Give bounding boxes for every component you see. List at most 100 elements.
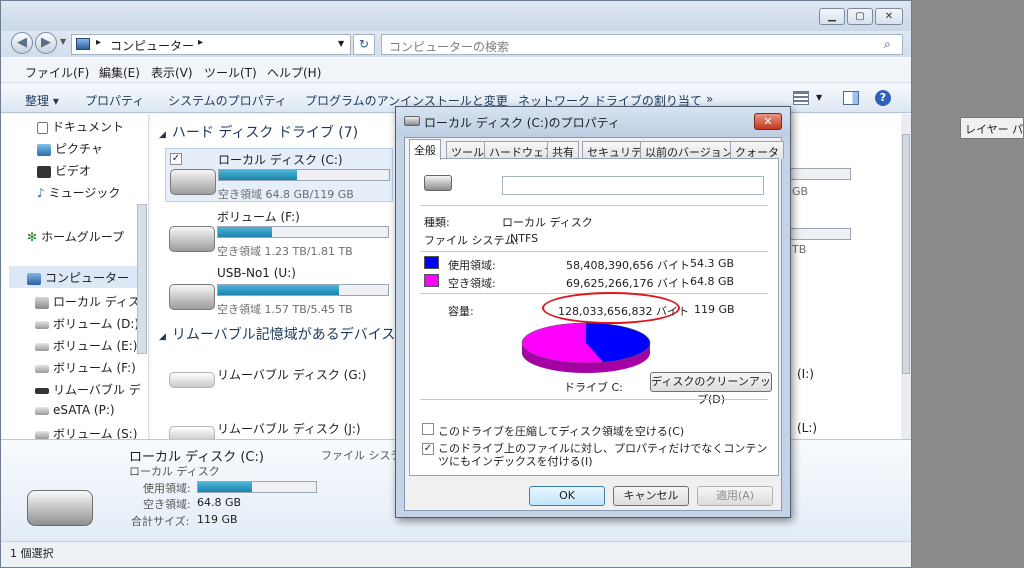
tab-tools[interactable]: ツール bbox=[446, 141, 489, 159]
nav-item-drive-d[interactable]: ボリューム (D:) bbox=[35, 315, 139, 332]
system-properties-button[interactable]: システムのプロパティ bbox=[168, 92, 287, 109]
search-box[interactable]: コンピューターの検索 ⌕ bbox=[381, 34, 903, 55]
scroll-thumb[interactable] bbox=[902, 134, 910, 374]
preview-pane-icon[interactable] bbox=[843, 91, 859, 105]
compress-checkbox[interactable] bbox=[422, 423, 434, 435]
drive-icon bbox=[169, 284, 215, 310]
menu-file[interactable]: ファイル(F) bbox=[25, 64, 89, 81]
capacity-gb: 119 GB bbox=[694, 303, 735, 316]
breadcrumb-arrow-icon[interactable]: ▸ bbox=[198, 37, 203, 48]
used-gb: 54.3 GB bbox=[690, 257, 735, 270]
drive-tile-f[interactable]: ボリューム (F:) 空き領域 1.23 TB/1.81 TB bbox=[165, 206, 393, 260]
nav-label: ミュージック bbox=[48, 186, 121, 200]
tab-general[interactable]: 全般 bbox=[409, 139, 441, 160]
nav-item-drive-s[interactable]: ボリューム (S:) bbox=[35, 425, 137, 439]
navigation-pane: ドキュメント ピクチャ ビデオ ♪ ミュージック ✻ ホームグループ コンピューター… bbox=[1, 114, 149, 439]
usage-bar-partial bbox=[781, 228, 851, 240]
drive-label-input[interactable] bbox=[502, 176, 764, 195]
nav-item-computer[interactable]: コンピューター bbox=[9, 266, 139, 288]
drive-tile-u[interactable]: USB-No1 (U:) 空き領域 1.57 TB/5.45 TB bbox=[165, 264, 393, 318]
organize-button[interactable]: 整理 ▾ bbox=[25, 92, 59, 109]
nav-item-music[interactable]: ♪ ミュージック bbox=[37, 184, 120, 201]
menu-tools[interactable]: ツール(T) bbox=[204, 64, 257, 81]
drive-large-icon bbox=[27, 490, 93, 526]
properties-button[interactable]: プロパティ bbox=[85, 92, 144, 109]
menu-view[interactable]: 表示(V) bbox=[151, 64, 193, 81]
cancel-button[interactable]: キャンセル bbox=[613, 486, 689, 506]
search-icon[interactable]: ⌕ bbox=[884, 37, 891, 52]
help-icon[interactable]: ? bbox=[875, 90, 891, 106]
drive-icon bbox=[35, 342, 49, 351]
search-input[interactable]: コンピューターの検索 bbox=[389, 38, 509, 55]
used-space-swatch bbox=[424, 256, 439, 269]
address-dropdown-icon[interactable]: ▼ bbox=[338, 39, 344, 48]
removable-drive-icon bbox=[169, 372, 215, 388]
nav-item-pictures[interactable]: ピクチャ bbox=[37, 140, 103, 157]
nav-item-removable[interactable]: リムーバブル デ bbox=[35, 381, 141, 398]
homegroup-icon: ✻ bbox=[27, 230, 38, 244]
details-usage-bar bbox=[197, 481, 317, 493]
nav-item-drive-p[interactable]: eSATA (P:) bbox=[35, 403, 115, 417]
nav-label: ビデオ bbox=[55, 164, 92, 178]
tab-previous-versions[interactable]: 以前のバージョン bbox=[640, 141, 738, 159]
status-bar: 1 個選択 bbox=[1, 541, 911, 567]
free-gb: 64.8 GB bbox=[690, 275, 735, 288]
usage-bar-fill bbox=[219, 170, 298, 180]
history-dropdown-icon[interactable]: ▼ bbox=[60, 37, 66, 46]
back-button[interactable]: ◀ bbox=[11, 32, 33, 54]
index-checkbox[interactable]: ✓ bbox=[422, 443, 434, 455]
status-text: 1 個選択 bbox=[10, 547, 54, 560]
forward-button[interactable]: ▶ bbox=[35, 32, 57, 54]
used-bytes: 58,408,390,656 バイト bbox=[566, 259, 690, 272]
maximize-button[interactable]: ▢ bbox=[847, 8, 873, 25]
nav-item-drive-f[interactable]: ボリューム (F:) bbox=[35, 359, 136, 376]
collapse-icon[interactable]: ◢ bbox=[159, 332, 166, 342]
nav-scrollbar[interactable] bbox=[137, 204, 147, 354]
nav-item-documents[interactable]: ドキュメント bbox=[37, 118, 124, 135]
drive-icon bbox=[35, 406, 49, 415]
drive-icon bbox=[35, 430, 49, 439]
details-type: ローカル ディスク bbox=[129, 465, 220, 478]
pictures-icon bbox=[37, 143, 51, 156]
dialog-close-button[interactable]: ✕ bbox=[754, 113, 782, 130]
nav-item-videos[interactable]: ビデオ bbox=[37, 162, 91, 179]
content-scrollbar[interactable] bbox=[901, 114, 911, 439]
properties-dialog: ローカル ディスク (C:)のプロパティ ✕ 全般 ツール ハードウェア 共有 … bbox=[395, 106, 791, 518]
navigation-bar: ◀ ▶ ▼ ▸ コンピューター ▸ ▼ ↻ コンピューターの検索 ⌕ bbox=[1, 31, 911, 57]
refresh-button[interactable]: ↻ bbox=[353, 34, 375, 55]
disk-usage-pie bbox=[521, 322, 651, 373]
view-dropdown-icon[interactable]: ▼ bbox=[816, 93, 822, 102]
tab-sharing[interactable]: 共有 bbox=[547, 141, 579, 159]
drive-tile-g[interactable]: リムーバブル ディスク (G:) bbox=[165, 360, 393, 400]
separator bbox=[420, 399, 768, 400]
nav-item-drive-e[interactable]: ボリューム (E:) bbox=[35, 337, 137, 354]
drive-tile-j[interactable]: リムーバブル ディスク (J:) bbox=[165, 414, 393, 439]
apply-button[interactable]: 適用(A) bbox=[697, 486, 773, 506]
details-fs-partial: ファイル システ bbox=[321, 449, 402, 462]
nav-label: ピクチャ bbox=[55, 142, 103, 156]
collapse-icon[interactable]: ◢ bbox=[159, 130, 166, 140]
select-checkbox[interactable]: ✓ bbox=[170, 153, 182, 165]
details-used-label: 使用領域: bbox=[143, 482, 191, 495]
more-commands-button[interactable]: » bbox=[706, 92, 713, 106]
menu-help[interactable]: ヘルプ(H) bbox=[267, 64, 321, 81]
close-button[interactable]: ✕ bbox=[875, 8, 903, 25]
details-total-label: 合計サイズ: bbox=[131, 515, 190, 528]
drive-name: リムーバブル ディスク (J:) bbox=[217, 422, 361, 436]
section-removable-header[interactable]: ◢ リムーバブル記憶域があるデバイス bbox=[159, 324, 395, 344]
nav-label: ボリューム (E:) bbox=[53, 339, 138, 353]
minimize-button[interactable]: ▁ bbox=[819, 8, 845, 25]
computer-icon bbox=[76, 38, 90, 50]
tab-quota[interactable]: クォータ bbox=[730, 141, 784, 159]
usage-bar-fill bbox=[218, 227, 273, 237]
address-bar[interactable]: ▸ コンピューター ▸ ▼ bbox=[71, 34, 351, 55]
menu-edit[interactable]: 編集(E) bbox=[99, 64, 140, 81]
ok-button[interactable]: OK bbox=[529, 486, 605, 506]
disk-cleanup-button[interactable]: ディスクのクリーンアップ(D) bbox=[650, 372, 772, 406]
nav-item-drive-c[interactable]: ローカル ディス bbox=[35, 293, 140, 310]
view-options-icon[interactable] bbox=[793, 91, 809, 105]
nav-item-homegroup[interactable]: ✻ ホームグループ bbox=[27, 228, 124, 245]
section-hdd-header[interactable]: ◢ ハード ディスク ドライブ (7) bbox=[159, 122, 358, 142]
breadcrumb-computer[interactable]: コンピューター bbox=[110, 37, 194, 54]
drive-tile-c[interactable]: ✓ ローカル ディスク (C:) 空き領域 64.8 GB/119 GB bbox=[165, 148, 393, 202]
